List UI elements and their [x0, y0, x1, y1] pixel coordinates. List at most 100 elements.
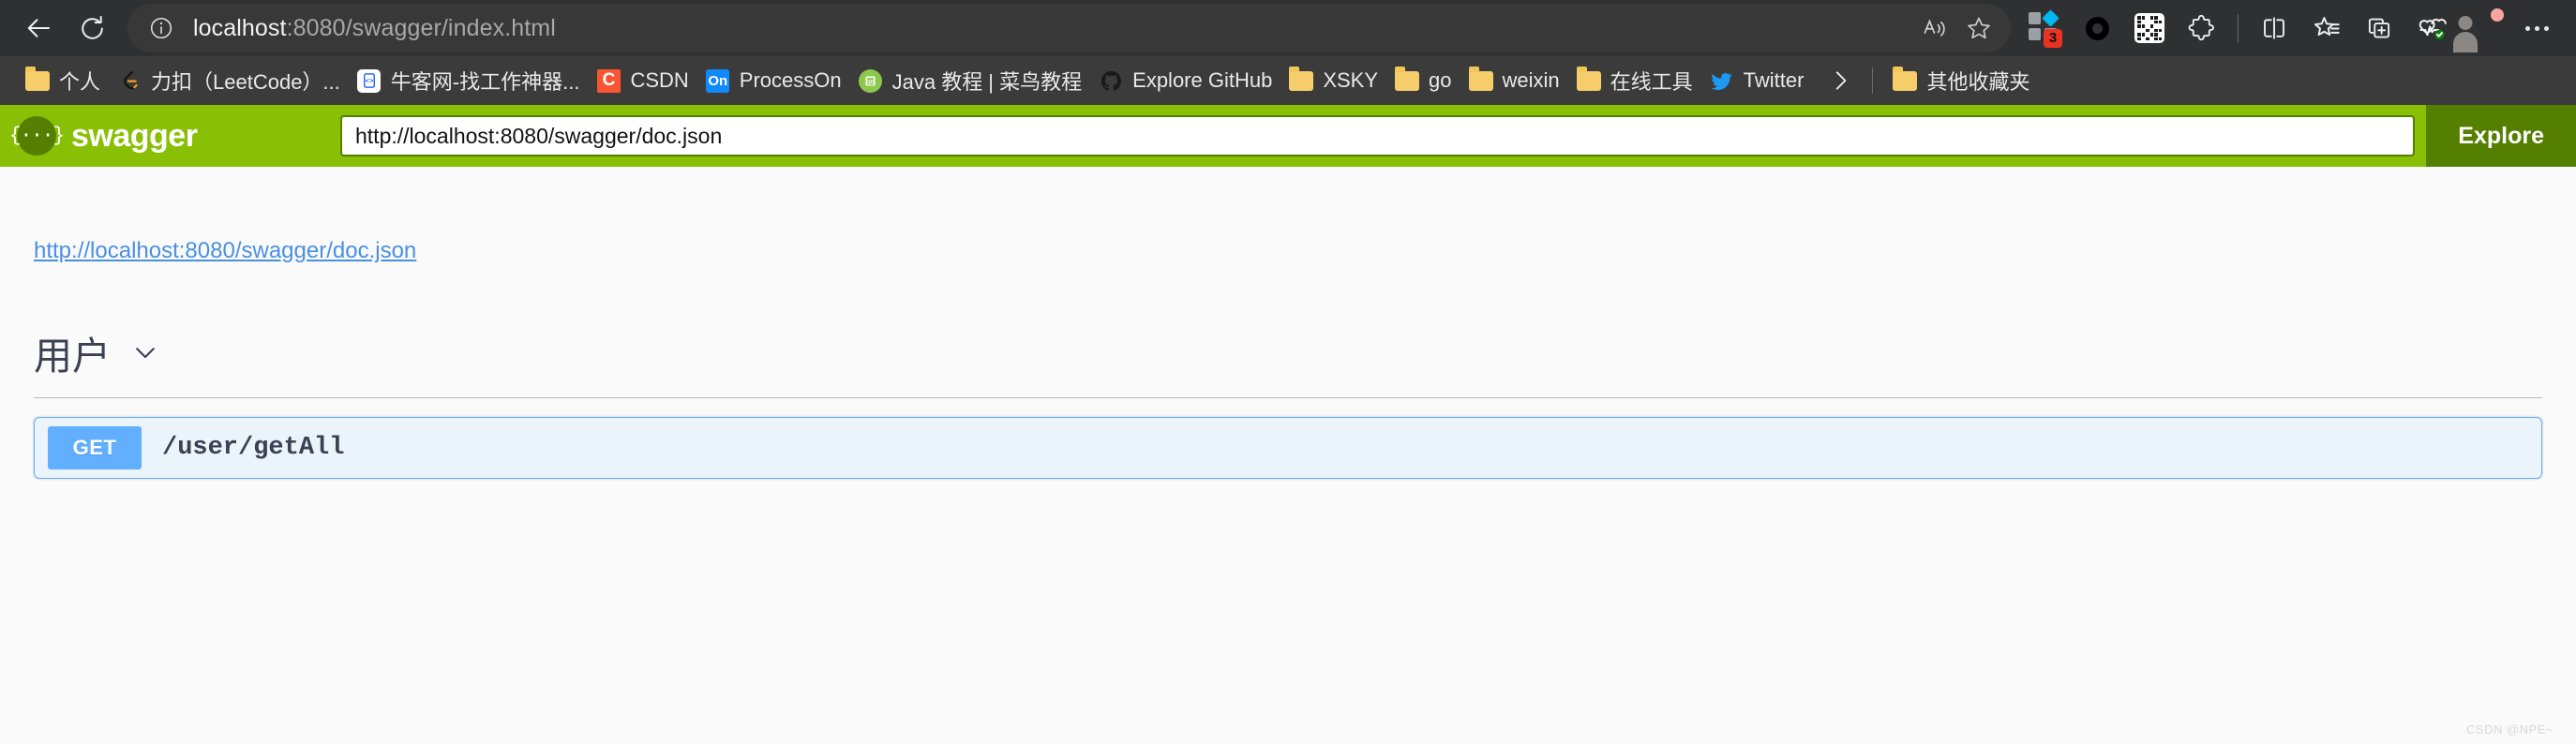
- bookmarks-bar: 个人 力扣（LeetCode）... <> 牛客网-找工作神器... C CSD…: [0, 56, 2576, 105]
- extensions-puzzle-icon: [2188, 14, 2214, 41]
- ring-circle-icon: [2085, 16, 2109, 40]
- bookmark-label: 牛客网-找工作神器...: [390, 70, 580, 94]
- star-outline-icon: [1968, 17, 1990, 39]
- tag-section-user: 用户 GET /user/getAll: [34, 324, 2542, 479]
- collections-icon: 3: [2029, 9, 2062, 48]
- bookmark-label: Twitter: [1743, 68, 1805, 92]
- explore-button[interactable]: Explore: [2426, 105, 2576, 167]
- bookmark-label: Explore GitHub: [1132, 68, 1273, 92]
- bookmark-leetcode[interactable]: 力扣（LeetCode）...: [109, 62, 349, 99]
- qr-code-icon: [2134, 13, 2164, 43]
- swagger-logo[interactable]: {···} swagger: [9, 116, 340, 156]
- bookmark-label: go: [1429, 68, 1452, 92]
- bookmark-explore-github[interactable]: Explore GitHub: [1090, 62, 1281, 99]
- favorites-star-list-icon: [2314, 16, 2340, 36]
- bookmark-label: Java 教程 | 菜鸟教程: [891, 70, 1083, 94]
- back-arrow-icon: [27, 19, 50, 37]
- swagger-content: http://localhost:8080/swagger/doc.json 用…: [0, 167, 2576, 479]
- refresh-button[interactable]: [66, 2, 118, 54]
- read-aloud-button[interactable]: [1911, 7, 1956, 49]
- nowcoder-icon: <>: [357, 68, 382, 93]
- bookmark-label: 个人: [59, 70, 101, 94]
- tag-name: 用户: [34, 335, 111, 378]
- chevron-right-icon: [1836, 71, 1847, 90]
- swagger-url-form: Explore: [340, 105, 2576, 167]
- bookmark-go[interactable]: go: [1386, 62, 1460, 99]
- split-screen-icon: [2264, 17, 2284, 39]
- site-info-icon[interactable]: [142, 9, 180, 47]
- operation-path: /user/getAll: [162, 434, 345, 462]
- ring-circle-button[interactable]: [2071, 2, 2123, 54]
- folder-icon: [1468, 66, 1493, 93]
- bookmark-weixin[interactable]: weixin: [1460, 62, 1568, 99]
- profile-avatar-icon: [2453, 8, 2504, 52]
- swagger-logo-text: swagger: [71, 117, 198, 154]
- bookmark-label: weixin: [1502, 68, 1560, 92]
- bookmark-personal[interactable]: 个人: [17, 62, 109, 99]
- leetcode-icon: [117, 68, 142, 93]
- operation-row-get-user-getall[interactable]: GET /user/getAll: [34, 417, 2542, 479]
- browser-essentials-button[interactable]: [2405, 2, 2458, 54]
- tag-header[interactable]: 用户: [34, 324, 2542, 398]
- svg-text:<>: <>: [365, 79, 374, 86]
- bookmark-online-tools[interactable]: 在线工具: [1568, 62, 1701, 99]
- settings-more-icon: [2524, 25, 2549, 31]
- swagger-ui-page: {···} swagger Explore http://localhost:8…: [0, 105, 2576, 744]
- chevron-down-icon[interactable]: [131, 338, 159, 366]
- bookmark-other-favorites[interactable]: 其他收藏夹: [1884, 62, 2038, 99]
- http-method-badge: GET: [48, 426, 142, 469]
- qr-code-button[interactable]: [2123, 2, 2176, 54]
- folder-icon: [1576, 66, 1601, 93]
- runoob-icon: [859, 68, 883, 93]
- favorites-button[interactable]: [2300, 2, 2353, 54]
- twitter-icon: [1710, 68, 1734, 93]
- browser-essentials-heart-icon: [2419, 18, 2447, 40]
- bookmark-label: XSKY: [1323, 68, 1379, 92]
- collections-badge: 3: [2044, 29, 2062, 48]
- read-aloud-icon: [1924, 18, 1945, 37]
- add-collection-icon: [2368, 18, 2390, 38]
- swagger-topbar: {···} swagger Explore: [0, 105, 2576, 167]
- bookmark-runoob-java[interactable]: Java 教程 | 菜鸟教程: [850, 62, 1091, 99]
- toolbar-divider: [2238, 14, 2239, 42]
- folder-icon: [1289, 66, 1314, 93]
- bookmark-label: CSDN: [630, 68, 689, 92]
- back-button[interactable]: [13, 2, 66, 54]
- bookmark-csdn[interactable]: C CSDN: [588, 62, 696, 99]
- folder-icon: [1893, 66, 1918, 93]
- settings-more-button[interactable]: [2510, 2, 2563, 54]
- processon-icon: On: [706, 68, 730, 93]
- folder-icon: [1395, 66, 1420, 93]
- profile-alert-dot: [2491, 8, 2504, 22]
- address-bar[interactable]: localhost:8080/swagger/index.html: [127, 4, 2011, 52]
- folder-icon: [25, 66, 50, 93]
- url-host: localhost: [193, 14, 287, 41]
- swagger-doc-link[interactable]: http://localhost:8080/swagger/doc.json: [34, 238, 416, 264]
- swagger-braces-icon: {···}: [9, 116, 65, 156]
- url-text[interactable]: localhost:8080/swagger/index.html: [180, 15, 1911, 42]
- bookmark-label: 其他收藏夹: [1926, 70, 2030, 94]
- extensions-button[interactable]: [2176, 2, 2228, 54]
- add-collection-button[interactable]: [2353, 2, 2405, 54]
- csdn-icon: C: [596, 68, 621, 93]
- swagger-url-input[interactable]: [340, 115, 2416, 156]
- bookmark-processon[interactable]: On ProcessOn: [697, 62, 850, 99]
- bookmarks-divider: [1872, 67, 1874, 94]
- bookmark-label: ProcessOn: [739, 68, 842, 92]
- browser-toolbar: localhost:8080/swagger/index.html 3: [0, 0, 2576, 56]
- split-screen-button[interactable]: [2248, 2, 2300, 54]
- bookmark-label: 在线工具: [1610, 70, 1693, 94]
- url-path: :8080/swagger/index.html: [286, 14, 556, 41]
- bookmark-xsky[interactable]: XSKY: [1281, 62, 1386, 99]
- bookmarks-overflow-button[interactable]: [1820, 62, 1861, 99]
- bookmark-label: 力扣（LeetCode）...: [151, 70, 340, 94]
- bookmark-twitter[interactable]: Twitter: [1701, 62, 1813, 99]
- watermark: CSDN @NPE~: [2466, 722, 2554, 737]
- refresh-icon: [81, 15, 103, 39]
- collections-button[interactable]: 3: [2018, 2, 2071, 54]
- browser-chrome: localhost:8080/swagger/index.html 3 个人 力…: [0, 0, 2576, 105]
- github-icon: [1099, 68, 1123, 93]
- profile-button[interactable]: [2453, 2, 2510, 54]
- bookmark-nowcoder[interactable]: <> 牛客网-找工作神器...: [349, 62, 589, 99]
- add-favorite-button[interactable]: [1956, 7, 2001, 49]
